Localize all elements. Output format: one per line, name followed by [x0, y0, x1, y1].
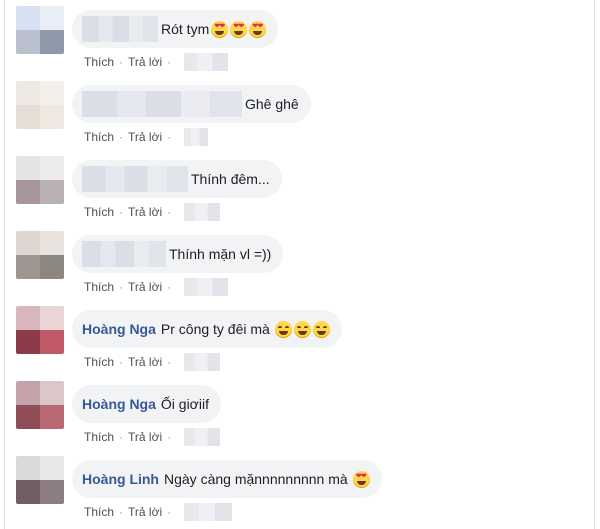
separator: ·: [167, 205, 172, 219]
author-name[interactable]: Hoàng Linh: [82, 471, 159, 487]
grinning-squinting-emoji-icon: [293, 320, 311, 338]
like-link[interactable]: Thích: [84, 355, 114, 369]
separator: ·: [167, 355, 172, 369]
separator: ·: [119, 205, 124, 219]
comment-bubble: Thính mặn vl =)): [72, 235, 284, 273]
comment-text: Ghê ghê: [245, 96, 299, 112]
separator: ·: [167, 55, 172, 69]
reply-link[interactable]: Trả lời: [128, 280, 162, 294]
reply-link[interactable]: Trả lời: [128, 430, 162, 444]
comment-text: Pr công ty đêi mà: [160, 321, 270, 337]
reply-link[interactable]: Trả lời: [128, 505, 162, 519]
avatar[interactable]: [16, 381, 64, 429]
blurred-timestamp[interactable]: [184, 203, 221, 221]
blurred-timestamp[interactable]: [184, 53, 229, 71]
separator: ·: [167, 505, 172, 519]
avatar[interactable]: [16, 81, 64, 129]
comment-text: Ngày càng mặnnnnnnnnn mà: [164, 471, 348, 487]
heart-eyes-emoji-icon: [211, 20, 229, 38]
comment-item: Thính mặn vl =)) Thích · Trả lời ·: [0, 225, 600, 300]
comment-actions: Thích · Trả lời ·: [84, 278, 229, 296]
comment-item: Hoàng Nga Ối giơiif Thích · Trả lời ·: [0, 375, 600, 450]
comment-actions: Thích · Trả lời ·: [84, 53, 229, 71]
blurred-timestamp[interactable]: [184, 503, 233, 521]
author-name[interactable]: Hoàng Nga: [82, 321, 156, 337]
comment-bubble: Rót tym: [72, 10, 279, 48]
like-link[interactable]: Thích: [84, 430, 114, 444]
grinning-squinting-emoji-icon: [312, 320, 330, 338]
comment-actions: Thích · Trả lời ·: [84, 128, 209, 146]
blurred-author-name: [82, 166, 188, 192]
separator: ·: [119, 55, 124, 69]
reply-link[interactable]: Trả lời: [128, 130, 162, 144]
like-link[interactable]: Thích: [84, 55, 114, 69]
comment-bubble: Thính đêm...: [72, 160, 282, 198]
avatar[interactable]: [16, 6, 64, 54]
comment-text: Thính đêm...: [191, 171, 270, 187]
blurred-author-name: [82, 241, 166, 267]
comment-bubble: Ghê ghê: [72, 85, 311, 123]
comment-bubble: Hoàng Nga Ối giơiif: [72, 385, 221, 423]
blurred-timestamp[interactable]: [184, 428, 221, 446]
separator: ·: [119, 355, 124, 369]
comment-item: Thính đêm... Thích · Trả lời ·: [0, 150, 600, 225]
comment-text: Thính mặn vl =)): [169, 246, 272, 262]
comment-item: Ghê ghê Thích · Trả lời ·: [0, 75, 600, 150]
separator: ·: [119, 280, 124, 294]
heart-eyes-emoji-icon: [249, 20, 267, 38]
blurred-timestamp[interactable]: [184, 128, 209, 146]
heart-eyes-emoji-icon: [352, 470, 370, 488]
separator: ·: [167, 280, 172, 294]
grinning-squinting-emoji-icon: [274, 320, 292, 338]
comment-actions: Thích · Trả lời ·: [84, 503, 233, 521]
reply-link[interactable]: Trả lời: [128, 55, 162, 69]
blurred-timestamp[interactable]: [184, 278, 229, 296]
comment-actions: Thích · Trả lời ·: [84, 428, 221, 446]
separator: ·: [119, 130, 124, 144]
reply-link[interactable]: Trả lời: [128, 355, 162, 369]
separator: ·: [167, 130, 172, 144]
comment-text: Ối giơiif: [160, 396, 209, 412]
avatar[interactable]: [16, 231, 64, 279]
like-link[interactable]: Thích: [84, 505, 114, 519]
author-name[interactable]: Hoàng Nga: [82, 396, 156, 412]
comment-actions: Thích · Trả lời ·: [84, 203, 221, 221]
reply-link[interactable]: Trả lời: [128, 205, 162, 219]
comment-bubble: Hoàng Nga Pr công ty đêi mà: [72, 310, 342, 348]
comment-item: Hoàng Nga Pr công ty đêi mà Thích · Trả …: [0, 300, 600, 375]
avatar[interactable]: [16, 456, 64, 504]
comment-text: Rót tym: [161, 21, 210, 37]
comment-actions: Thích · Trả lời ·: [84, 353, 221, 371]
comment-bubble: Hoàng Linh Ngày càng mặnnnnnnnnn mà: [72, 460, 382, 498]
comment-item: Hoàng Linh Ngày càng mặnnnnnnnnn mà Thíc…: [0, 450, 600, 525]
separator: ·: [167, 430, 172, 444]
blurred-author-name: [82, 16, 158, 42]
like-link[interactable]: Thích: [84, 130, 114, 144]
like-link[interactable]: Thích: [84, 205, 114, 219]
like-link[interactable]: Thích: [84, 280, 114, 294]
avatar[interactable]: [16, 306, 64, 354]
avatar[interactable]: [16, 156, 64, 204]
heart-eyes-emoji-icon: [230, 20, 248, 38]
blurred-author-name: [82, 91, 242, 117]
blurred-timestamp[interactable]: [184, 353, 221, 371]
separator: ·: [119, 505, 124, 519]
comment-item: Rót tym Thích · Trả lời ·: [0, 0, 600, 75]
separator: ·: [119, 430, 124, 444]
